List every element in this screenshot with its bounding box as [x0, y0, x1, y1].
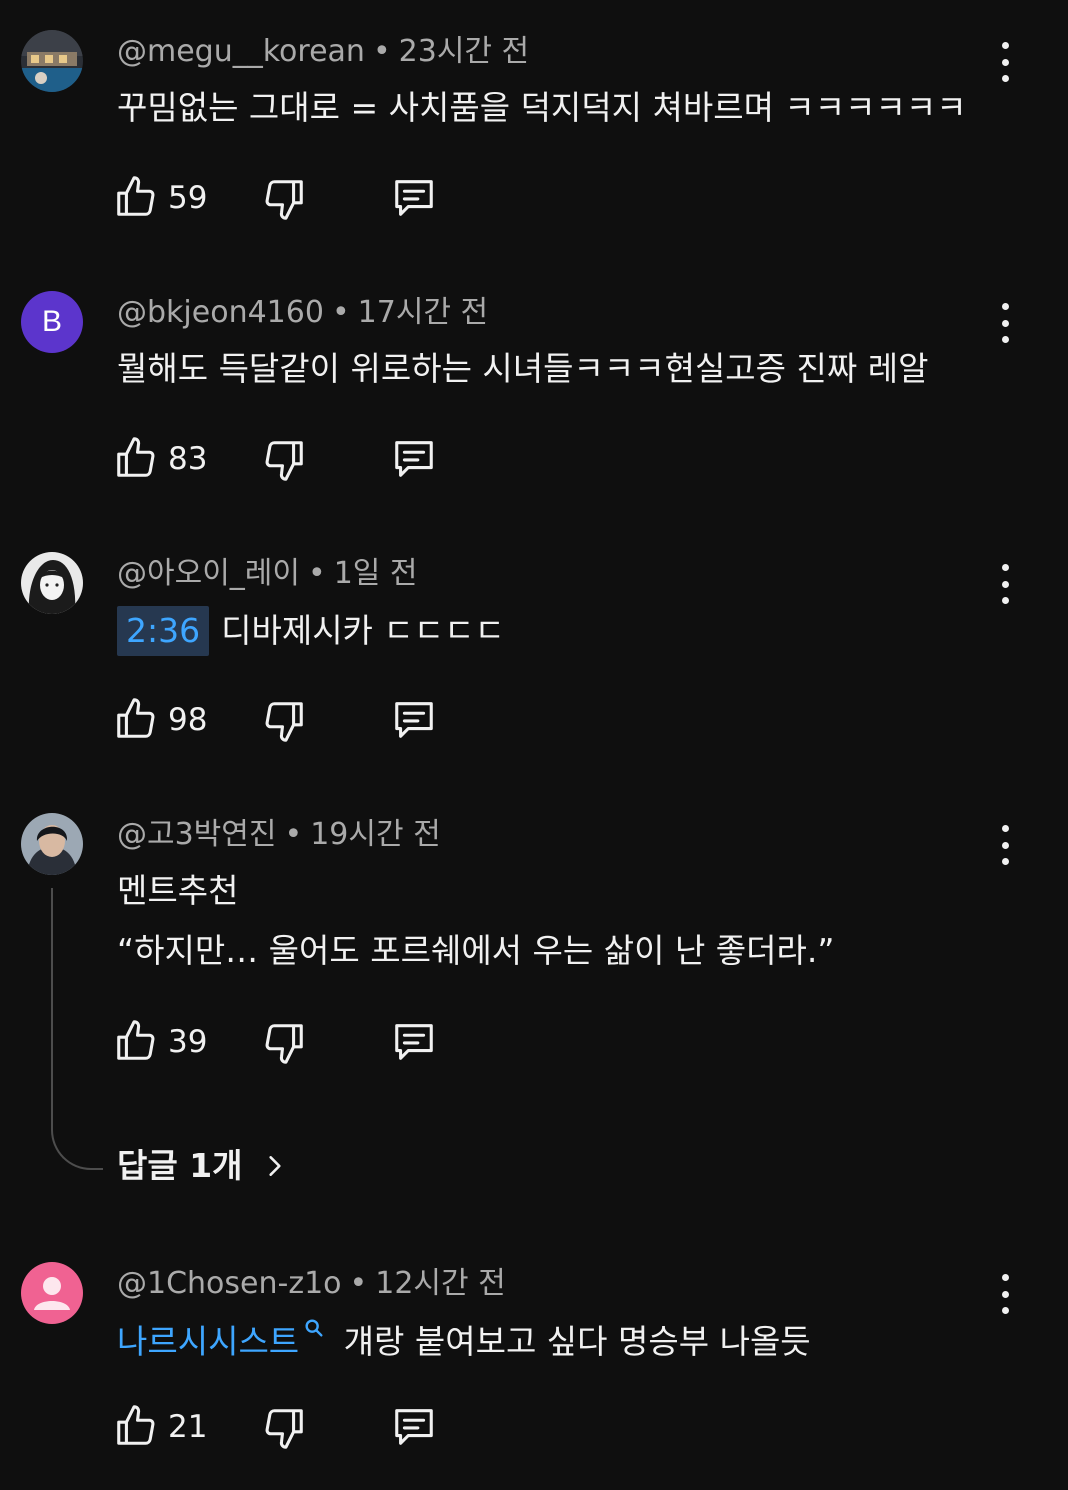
comment-actions: 98 [113, 696, 473, 744]
comment-text: 뭘해도 득달같이 위로하는 시녀들ㅋㅋㅋ현실고증 진짜 레알 [117, 349, 929, 388]
comment-meta: @아오이_레이 • 1일 전 [117, 554, 418, 594]
comment-text: 디바제시카 ㄷㄷㄷㄷ [221, 611, 505, 650]
reply-icon[interactable] [391, 1018, 437, 1064]
thumb-up-icon[interactable] [113, 1018, 159, 1064]
meta-separator: • [308, 556, 326, 591]
reply-thread-line [51, 888, 103, 1170]
reply-icon[interactable] [391, 174, 437, 220]
comment-time[interactable]: 12시간 전 [375, 1266, 506, 1301]
thumb-down-icon[interactable] [261, 1405, 307, 1451]
comment-text-line-1: 멘트추천 [117, 871, 239, 910]
more-vert-icon[interactable] [990, 825, 1020, 865]
comment-meta: @1Chosen-z1o • 12시간 전 [117, 1264, 506, 1304]
video-timestamp-link[interactable]: 2:36 [117, 606, 210, 656]
meta-separator: • [349, 1266, 368, 1301]
meta-separator: • [331, 295, 350, 330]
thumb-down-icon[interactable] [261, 698, 307, 744]
avatar[interactable] [21, 30, 83, 92]
avatar[interactable] [21, 813, 83, 875]
thumb-up-icon[interactable] [113, 696, 159, 742]
like-count: 83 [168, 441, 208, 477]
comment-meta: @megu__korean • 23시간 전 [117, 32, 529, 72]
avatar[interactable]: B [21, 291, 83, 353]
avatar[interactable] [21, 1262, 83, 1324]
meta-separator: • [284, 817, 303, 852]
comment-actions: 21 [113, 1403, 473, 1451]
comment-author[interactable]: @아오이_레이 [117, 556, 300, 591]
more-vert-icon[interactable] [990, 564, 1020, 604]
comment-text: 꾸밈없는 그대로 = 사치품을 덕지덕지 쳐바르며 ㅋㅋㅋㅋㅋㅋ [117, 88, 967, 127]
thumb-up-icon[interactable] [113, 1403, 159, 1449]
more-vert-icon[interactable] [990, 1274, 1020, 1314]
view-replies-button[interactable]: 답글 1개 [117, 1141, 288, 1191]
comment-meta: @고3박연진 • 19시간 전 [117, 815, 441, 855]
meta-separator: • [372, 34, 391, 69]
like-count: 21 [168, 1409, 208, 1445]
reply-icon[interactable] [391, 435, 437, 481]
reply-icon[interactable] [391, 696, 437, 742]
chevron-right-icon [269, 1156, 281, 1176]
like-count: 59 [168, 180, 208, 216]
thumb-down-icon[interactable] [261, 1020, 307, 1066]
comment-author[interactable]: @1Chosen-z1o [117, 1266, 342, 1301]
comment-time[interactable]: 23시간 전 [399, 34, 530, 69]
comment-author[interactable]: @bkjeon4160 [117, 295, 324, 330]
more-vert-icon[interactable] [990, 42, 1020, 82]
comment-text: 걔랑 붙여보고 싶다 명승부 나올듯 [343, 1322, 811, 1361]
comment-time[interactable]: 19시간 전 [310, 817, 441, 852]
comment-body: 나르시시스트 걔랑 붙여보고 싶다 명승부 나올듯 [117, 1317, 811, 1365]
avatar[interactable] [21, 552, 83, 614]
comment-meta: @bkjeon4160 • 17시간 전 [117, 293, 488, 333]
search-link-text: 나르시시스트 [117, 1322, 300, 1361]
search-icon [305, 1319, 323, 1337]
comment-actions: 39 [113, 1018, 473, 1066]
like-count: 39 [168, 1024, 208, 1060]
comment-actions: 59 [113, 174, 473, 222]
comment-time[interactable]: 1일 전 [334, 556, 418, 591]
comment-actions: 83 [113, 435, 473, 483]
comment-body: 2:36 디바제시카 ㄷㄷㄷㄷ [117, 606, 505, 656]
reply-icon[interactable] [391, 1403, 437, 1449]
comment-author[interactable]: @고3박연진 [117, 817, 277, 852]
search-link[interactable]: 나르시시스트 [117, 1319, 325, 1361]
replies-label: 답글 1개 [117, 1146, 243, 1185]
avatar-letter: B [41, 305, 62, 338]
like-count: 98 [168, 702, 208, 738]
thumb-down-icon[interactable] [261, 176, 307, 222]
more-vert-icon[interactable] [990, 303, 1020, 343]
thumb-up-icon[interactable] [113, 174, 159, 220]
comment-text-line-2: “하지만… 울어도 포르쉐에서 우는 삶이 난 좋더라.” [117, 931, 835, 970]
thumb-down-icon[interactable] [261, 437, 307, 483]
comment-time[interactable]: 17시간 전 [358, 295, 489, 330]
thumb-up-icon[interactable] [113, 435, 159, 481]
comment-author[interactable]: @megu__korean [117, 34, 365, 69]
